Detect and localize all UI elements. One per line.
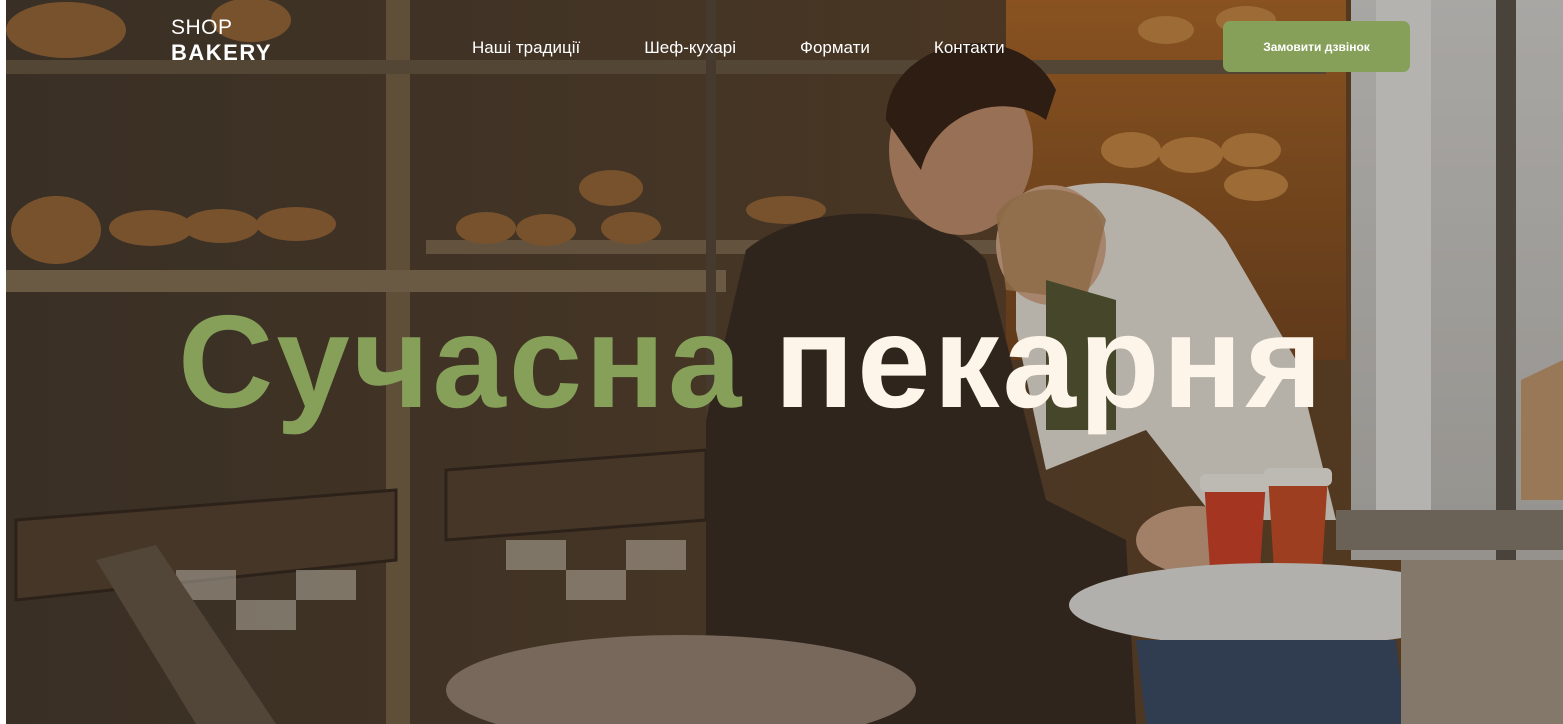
- hero-headline-word-2: пекарня: [774, 288, 1326, 435]
- main-navigation: Наші традиції Шеф-кухарі Формати Контакт…: [472, 38, 1005, 58]
- nav-item-contacts[interactable]: Контакти: [934, 38, 1005, 58]
- nav-item-traditions[interactable]: Наші традиції: [472, 38, 580, 58]
- request-call-button[interactable]: Замовити дзвінок: [1223, 21, 1410, 72]
- brand-line-bakery: BAKERY: [171, 40, 273, 65]
- hero-headline-word-1: Сучасна: [178, 288, 745, 435]
- brand-logo[interactable]: SHOP BAKERY: [171, 17, 272, 64]
- nav-item-chefs[interactable]: Шеф-кухарі: [644, 38, 736, 58]
- site-header: SHOP BAKERY Наші традиції Шеф-кухарі Фор…: [6, 0, 1563, 100]
- brand-line-shop: SHOP: [171, 16, 233, 39]
- nav-item-formats[interactable]: Формати: [800, 38, 870, 58]
- hero-headline: Сучасна пекарня: [178, 296, 1325, 428]
- hero-section: SHOP BAKERY Наші традиції Шеф-кухарі Фор…: [6, 0, 1563, 724]
